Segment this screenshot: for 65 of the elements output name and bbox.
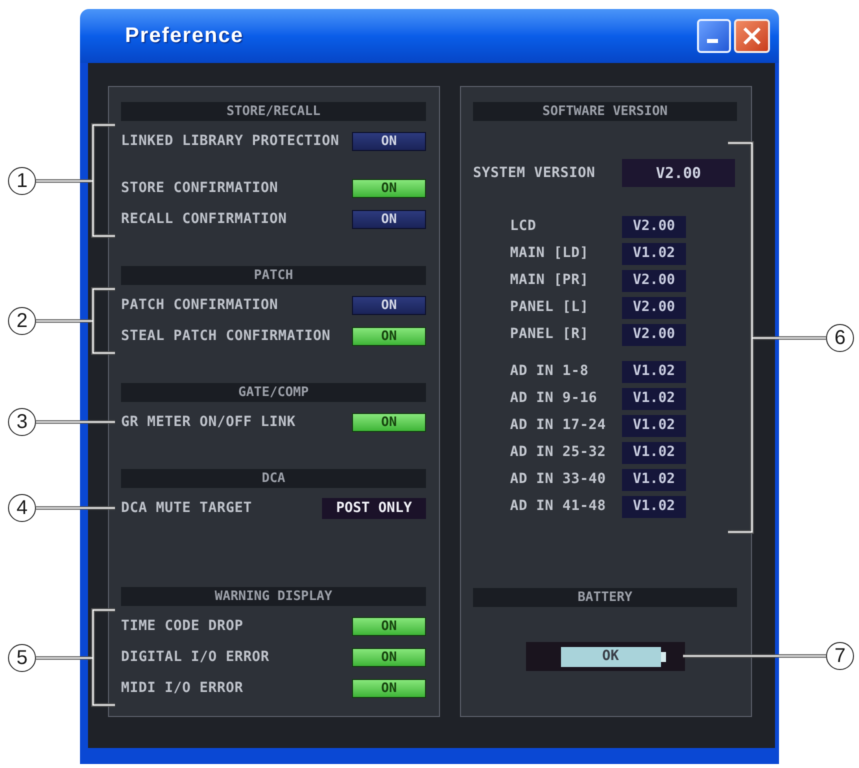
setting-label: STEAL PATCH CONFIRMATION	[121, 327, 330, 346]
setting-label: MIDI I/O ERROR	[121, 679, 244, 698]
version-value: V2.00	[622, 296, 686, 318]
close-icon	[743, 27, 761, 45]
toggle-button[interactable]: ON	[352, 648, 426, 667]
setting-label: PATCH CONFIRMATION	[121, 296, 278, 315]
version-value: V2.00	[622, 270, 686, 292]
version-value: V1.02	[622, 496, 686, 518]
setting-label: RECALL CONFIRMATION	[121, 210, 287, 229]
toggle-button[interactable]: ON	[352, 617, 426, 636]
section-header: BATTERY	[473, 588, 737, 607]
version-label: LCD	[510, 217, 538, 236]
version-label: AD IN 17-24	[510, 416, 608, 435]
version-label: AD IN 41-48	[510, 497, 608, 516]
section-header: WARNING DISPLAY	[121, 587, 426, 606]
toggle-button[interactable]: ON	[352, 327, 426, 346]
battery-terminal-icon	[660, 652, 666, 662]
battery-status: OK	[560, 646, 660, 666]
version-value: V1.02	[622, 414, 686, 436]
version-value: V1.02	[622, 360, 686, 382]
version-value: V2.00	[622, 159, 735, 187]
version-label: AD IN 25-32	[510, 443, 608, 462]
version-label: MAIN [PR]	[510, 271, 590, 290]
version-label: AD IN 1-8	[510, 362, 590, 381]
setting-label: TIME CODE DROP	[121, 617, 244, 636]
version-label: PANEL [L]	[510, 298, 590, 317]
callout-number: 6	[826, 324, 854, 352]
version-value: V1.02	[622, 388, 686, 410]
window-title: Preference	[125, 23, 244, 50]
version-value: V2.00	[622, 324, 686, 346]
callout-number: 3	[8, 408, 36, 436]
section-header: STORE/RECALL	[121, 102, 426, 121]
callout-number: 7	[826, 642, 854, 670]
toggle-button[interactable]: ON	[352, 296, 426, 315]
version-label: PANEL [R]	[510, 325, 590, 344]
version-value: V1.02	[622, 442, 686, 464]
setting-label: DCA MUTE TARGET	[121, 499, 252, 518]
section-header: GATE/COMP	[121, 383, 426, 402]
setting-label: DIGITAL I/O ERROR	[121, 648, 270, 667]
callout-number: 2	[8, 307, 36, 335]
setting-label: STORE CONFIRMATION	[121, 179, 278, 198]
section-header: DCA	[121, 469, 426, 488]
version-label: SYSTEM VERSION	[473, 164, 596, 182]
version-label: MAIN [LD]	[510, 244, 590, 263]
callout-number: 1	[8, 167, 36, 195]
callout-number: 4	[8, 494, 36, 522]
toggle-button[interactable]: ON	[352, 413, 426, 432]
section-header: SOFTWARE VERSION	[473, 102, 737, 121]
version-label: AD IN 9-16	[510, 389, 598, 408]
toggle-button[interactable]: ON	[352, 179, 426, 198]
version-value: V2.00	[622, 216, 686, 238]
callout-number: 5	[8, 644, 36, 672]
toggle-button[interactable]: ON	[352, 132, 426, 151]
section-header: PATCH	[121, 266, 426, 285]
toggle-button[interactable]: ON	[352, 210, 426, 229]
version-label: AD IN 33-40	[510, 470, 608, 489]
minimize-button[interactable]	[697, 19, 731, 53]
setting-label: LINKED LIBRARY PROTECTION	[121, 132, 340, 151]
value-display: POST ONLY	[322, 498, 426, 519]
version-value: V1.02	[622, 468, 686, 490]
setting-label: GR METER ON/OFF LINK	[121, 413, 296, 432]
version-value: V1.02	[622, 242, 686, 264]
minimize-icon	[707, 39, 718, 43]
toggle-button[interactable]: ON	[352, 679, 426, 698]
close-button[interactable]	[734, 19, 770, 53]
